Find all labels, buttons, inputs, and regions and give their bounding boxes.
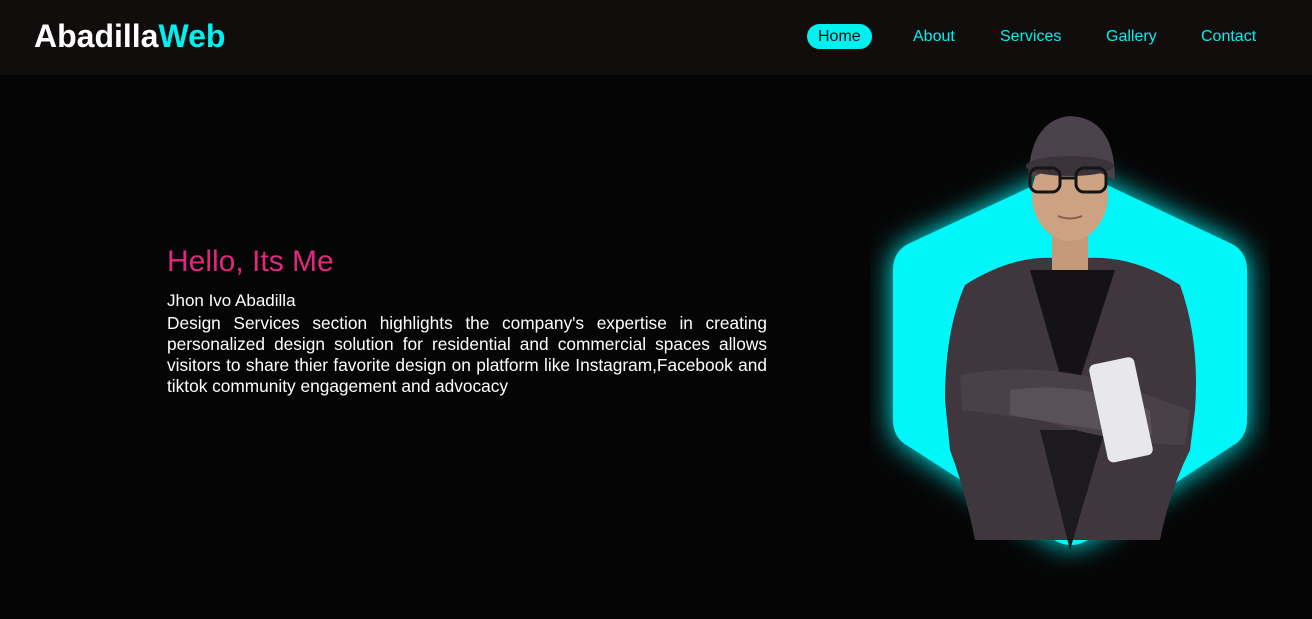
nav-home[interactable]: Home [807,24,872,49]
nav-gallery[interactable]: Gallery [1106,24,1157,49]
nav-contact[interactable]: Contact [1201,24,1256,49]
person-figure [945,116,1196,550]
page: AbadillaWeb Home About Services Gallery … [0,0,1312,619]
nav-services[interactable]: Services [1000,24,1061,49]
nav-about[interactable]: About [913,24,955,49]
site-header: AbadillaWeb Home About Services Gallery … [0,0,1312,75]
profile-portrait [870,110,1270,590]
hero-greeting: Hello, Its Me [167,245,334,278]
logo-primary-text: Abadilla [34,18,159,54]
site-logo[interactable]: AbadillaWeb [34,17,225,55]
hero-description: Design Services section highlights the c… [167,313,767,396]
portrait-image [893,116,1247,550]
hero-name: Jhon Ivo Abadilla [167,291,296,310]
logo-accent-text: Web [158,18,226,54]
